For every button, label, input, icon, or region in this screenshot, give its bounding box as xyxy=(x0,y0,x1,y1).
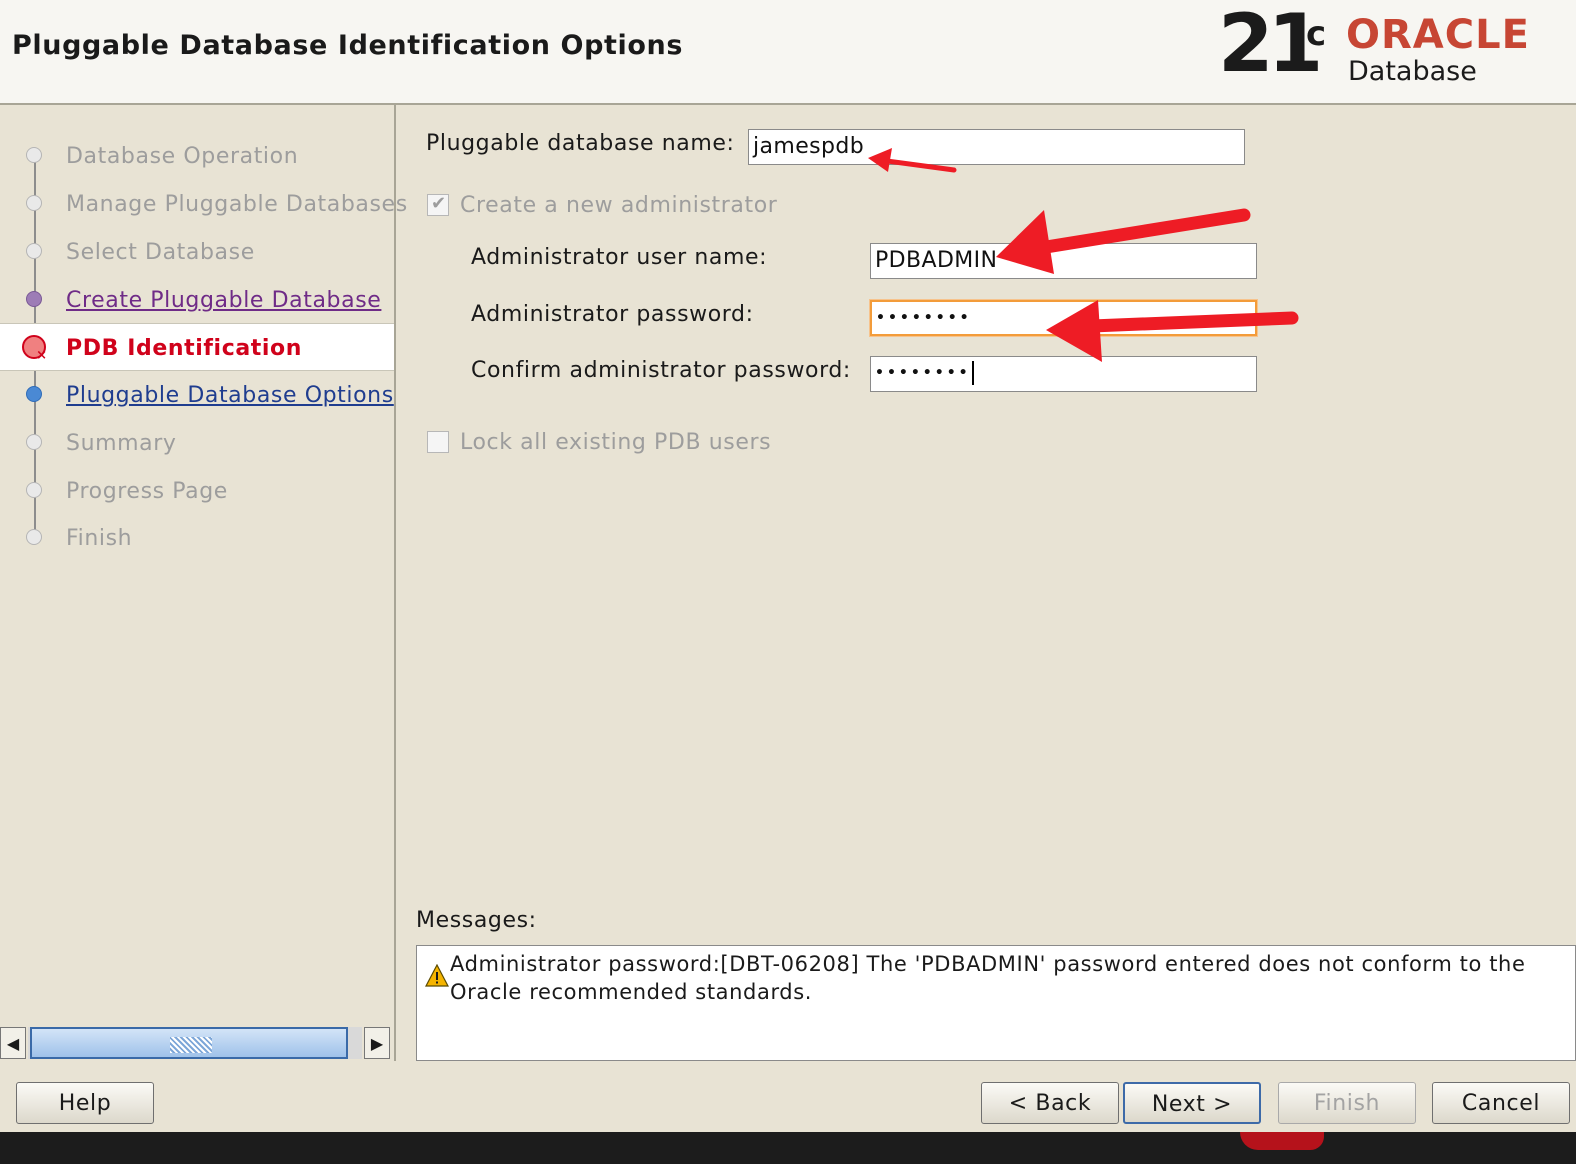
create-admin-label: Create a new administrator xyxy=(460,193,778,218)
warning-icon xyxy=(425,964,449,987)
step-finish: Finish xyxy=(0,514,394,560)
step-link[interactable]: Pluggable Database Options xyxy=(66,383,394,408)
step-database-operation: Database Operation xyxy=(0,132,394,178)
confirm-password-label: Confirm administrator password: xyxy=(471,358,851,383)
scroll-left-arrow-icon[interactable]: ◀ xyxy=(0,1027,26,1059)
step-dot-icon xyxy=(26,529,42,545)
step-label: Database Operation xyxy=(66,144,299,169)
next-button[interactable]: Next > xyxy=(1123,1082,1261,1124)
admin-user-input[interactable]: PDBADMIN xyxy=(870,243,1257,279)
step-label: Progress Page xyxy=(66,479,228,504)
step-manage-pluggable-databases: Manage Pluggable Databases xyxy=(0,180,407,226)
step-select-database: Select Database xyxy=(0,228,394,274)
step-pluggable-database-options[interactable]: Pluggable Database Options xyxy=(0,371,394,417)
logo-version-sup: c xyxy=(1306,14,1327,54)
step-dot-icon xyxy=(26,434,42,450)
page-title: Pluggable Database Identification Option… xyxy=(12,30,684,61)
step-pdb-identification: PDB Identification xyxy=(0,323,394,371)
pdb-name-label: Pluggable database name: xyxy=(426,131,735,156)
step-progress-page: Progress Page xyxy=(0,467,394,513)
logo-brand: ORACLE xyxy=(1346,12,1530,58)
panel-divider xyxy=(394,105,396,1061)
help-button[interactable]: Help xyxy=(16,1082,154,1124)
step-dot-icon xyxy=(26,243,42,259)
create-admin-checkbox: ✔ xyxy=(427,193,449,216)
taskbar-strip xyxy=(0,1132,1576,1164)
admin-password-label: Administrator password: xyxy=(471,302,754,327)
back-button[interactable]: < Back xyxy=(981,1082,1119,1124)
background-logo-fragment xyxy=(1240,1132,1324,1150)
message-text: Administrator password:[DBT-06208] The '… xyxy=(450,952,1526,1004)
logo-product: Database xyxy=(1348,56,1477,87)
step-dot-icon xyxy=(26,291,42,307)
header-bar: Pluggable Database Identification Option… xyxy=(0,0,1576,105)
scroll-right-arrow-icon[interactable]: ▶ xyxy=(364,1027,390,1059)
step-summary: Summary xyxy=(0,419,394,465)
step-link[interactable]: Create Pluggable Database xyxy=(66,288,381,313)
wizard-steps-panel: Database Operation Manage Pluggable Data… xyxy=(0,105,407,1027)
step-label-current: PDB Identification xyxy=(66,336,303,361)
finish-button: Finish xyxy=(1278,1082,1416,1124)
messages-panel: Administrator password:[DBT-06208] The '… xyxy=(416,945,1576,1061)
step-dot-icon xyxy=(26,147,42,163)
step-dot-icon xyxy=(26,195,42,211)
text-caret xyxy=(971,361,974,385)
step-dot-icon xyxy=(26,386,42,402)
confirm-password-input[interactable]: •••••••• xyxy=(870,356,1257,392)
logo-version: 21 xyxy=(1218,0,1323,90)
step-label: Finish xyxy=(66,526,133,551)
lock-users-label: Lock all existing PDB users xyxy=(460,430,772,455)
lock-users-checkbox xyxy=(427,431,449,453)
current-step-error-icon xyxy=(22,335,47,363)
confirm-password-mask: •••••••• xyxy=(875,365,971,381)
step-label: Select Database xyxy=(66,240,255,265)
sidebar-horizontal-scrollbar[interactable]: ◀ ▶ xyxy=(0,1027,394,1061)
step-label: Summary xyxy=(66,431,177,456)
pdb-name-input[interactable]: jamespdb xyxy=(748,129,1245,165)
admin-password-mask: •••••••• xyxy=(876,310,972,326)
cancel-button[interactable]: Cancel xyxy=(1432,1082,1570,1124)
scroll-grip-icon xyxy=(170,1037,212,1053)
messages-label: Messages: xyxy=(416,908,537,933)
admin-user-label: Administrator user name: xyxy=(471,245,768,270)
step-create-pluggable-database[interactable]: Create Pluggable Database xyxy=(0,276,394,322)
step-label: Manage Pluggable Databases xyxy=(66,192,408,217)
checkmark-icon: ✔ xyxy=(431,193,447,214)
step-dot-icon xyxy=(26,482,42,498)
scroll-thumb[interactable] xyxy=(30,1027,348,1059)
admin-password-input[interactable]: •••••••• xyxy=(870,300,1257,336)
